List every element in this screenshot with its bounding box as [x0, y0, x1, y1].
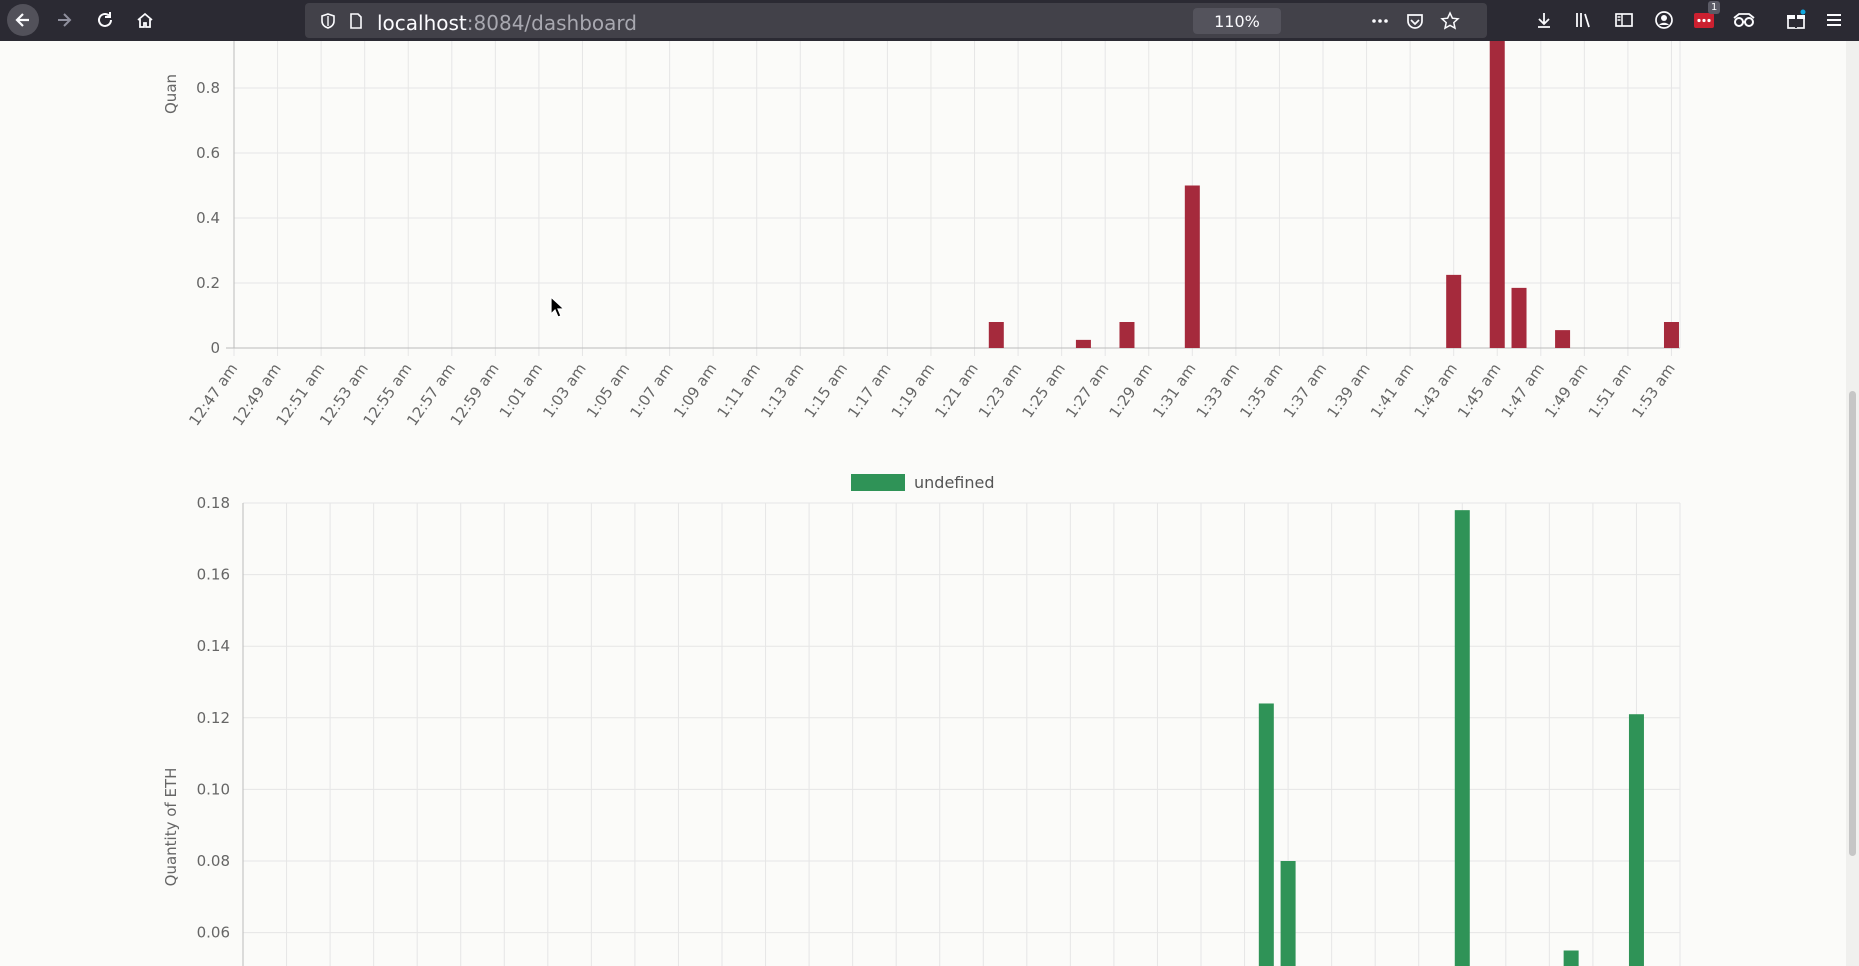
hamburger-menu-icon — [1827, 14, 1841, 26]
url-path: :8084/dashboard — [466, 11, 637, 35]
bar — [1184, 185, 1200, 348]
forward-arrow-icon — [58, 13, 72, 27]
y-tick-label: 0 — [210, 339, 220, 357]
address-bar[interactable]: localhost:8084/dashboard 110% — [305, 3, 1487, 38]
more-actions-icon[interactable] — [1367, 8, 1393, 34]
x-tick-label: 1:49 am — [1541, 360, 1591, 421]
page-info-icon[interactable] — [343, 8, 369, 34]
x-tick-label: 1:19 am — [888, 360, 938, 421]
x-tick-label: 1:53 am — [1628, 360, 1678, 421]
page-scrollbar[interactable] — [1846, 41, 1859, 966]
bar — [1555, 330, 1571, 348]
download-icon — [1538, 13, 1550, 28]
home-button[interactable] — [129, 4, 161, 36]
mouse-cursor-icon — [550, 296, 566, 318]
reload-icon — [98, 12, 112, 27]
zoom-indicator[interactable]: 110% — [1193, 8, 1281, 34]
y-tick-label: 0.06 — [197, 924, 230, 942]
x-tick-label: 1:01 am — [496, 360, 546, 421]
bar — [988, 322, 1004, 348]
y-tick-label: 0.12 — [197, 709, 230, 727]
x-tick-label: 1:25 am — [1018, 360, 1068, 421]
y-tick-label: 0.2 — [196, 274, 220, 292]
x-tick-label: 1:17 am — [844, 360, 894, 421]
spy-glasses-icon — [1733, 13, 1755, 27]
sidebar-icon — [1615, 13, 1633, 27]
x-tick-label: 1:11 am — [714, 360, 764, 421]
legend-swatch[interactable] — [851, 474, 905, 491]
library-icon — [1576, 13, 1590, 28]
x-tick-label: 1:03 am — [539, 360, 589, 421]
bar — [1663, 322, 1679, 348]
reload-button[interactable] — [89, 4, 121, 36]
menu-button[interactable] — [1818, 4, 1850, 36]
x-tick-label: 1:29 am — [1106, 360, 1156, 421]
legend-label[interactable]: undefined — [914, 473, 995, 492]
tracking-shield-icon[interactable] — [315, 8, 341, 34]
account-button[interactable] — [1648, 4, 1680, 36]
bar — [1489, 41, 1505, 348]
x-tick-label: 1:15 am — [801, 360, 851, 421]
bar — [1454, 510, 1470, 966]
bar — [1563, 950, 1579, 966]
pocket-icon[interactable] — [1402, 8, 1428, 34]
x-tick-label: 1:21 am — [931, 360, 981, 421]
sidebar-button[interactable] — [1608, 4, 1640, 36]
home-icon — [137, 12, 153, 28]
x-tick-label: 1:45 am — [1454, 360, 1504, 421]
x-tick-label: 1:43 am — [1410, 360, 1460, 421]
bookmark-star-icon[interactable] — [1437, 8, 1463, 34]
x-tick-label: 1:47 am — [1498, 360, 1548, 421]
x-tick-label: 1:31 am — [1149, 360, 1199, 421]
y-tick-label: 0.4 — [196, 209, 220, 227]
bar — [1075, 339, 1091, 348]
gift-icon — [1787, 9, 1806, 29]
x-tick-label: 1:41 am — [1367, 360, 1417, 421]
x-tick-label: 1:07 am — [626, 360, 676, 421]
bar — [1258, 703, 1274, 966]
chart2-ylabel: Quantity of ETH — [162, 768, 180, 887]
x-tick-label: 1:09 am — [670, 360, 720, 421]
url-text[interactable]: localhost:8084/dashboard — [377, 11, 637, 35]
y-tick-label: 0.14 — [197, 637, 230, 655]
chart1-ylabel: Quan — [162, 74, 180, 114]
chart-red-bars: 00.20.40.60.8 12:47 am12:49 am12:51 am12… — [162, 41, 1681, 429]
x-tick-label: 1:13 am — [757, 360, 807, 421]
y-tick-label: 0.6 — [196, 144, 220, 162]
y-tick-label: 0.10 — [197, 780, 230, 798]
x-tick-label: 1:27 am — [1062, 360, 1112, 421]
whats-new-button[interactable] — [1780, 4, 1812, 36]
back-arrow-icon — [15, 13, 29, 27]
library-button[interactable] — [1568, 4, 1600, 36]
x-tick-label: 1:23 am — [975, 360, 1025, 421]
x-tick-label: 1:35 am — [1236, 360, 1286, 421]
extension-privacy-button[interactable] — [1728, 4, 1760, 36]
y-tick-label: 0.8 — [196, 79, 220, 97]
x-tick-label: 1:39 am — [1323, 360, 1373, 421]
extension-badge: 1 — [1708, 1, 1721, 14]
downloads-button[interactable] — [1528, 4, 1560, 36]
scrollbar-thumb[interactable] — [1849, 391, 1856, 856]
x-tick-label: 1:05 am — [583, 360, 633, 421]
bar — [1119, 322, 1135, 348]
chart-green-bars: undefined 0.06 0.08 0.10 0.12 0.14 0.16 0.18 Q… — [162, 473, 1681, 966]
bar — [1446, 274, 1462, 348]
browser-toolbar: localhost:8084/dashboard 110% 1 — [0, 0, 1859, 41]
x-tick-label: 1:37 am — [1280, 360, 1330, 421]
bar — [1628, 714, 1644, 966]
url-host: localhost — [377, 11, 467, 35]
y-tick-label: 0.16 — [197, 566, 230, 584]
back-button[interactable] — [7, 4, 39, 36]
bar — [1511, 287, 1527, 348]
forward-button[interactable] — [48, 4, 80, 36]
y-tick-label: 0.18 — [197, 494, 230, 512]
y-tick-label: 0.08 — [197, 852, 230, 870]
account-icon — [1655, 11, 1673, 29]
bar — [1280, 861, 1296, 966]
extension-lastpass-button[interactable]: 1 — [1688, 1, 1721, 36]
x-tick-label: 1:51 am — [1585, 360, 1635, 421]
x-tick-label: 1:33 am — [1193, 360, 1243, 421]
